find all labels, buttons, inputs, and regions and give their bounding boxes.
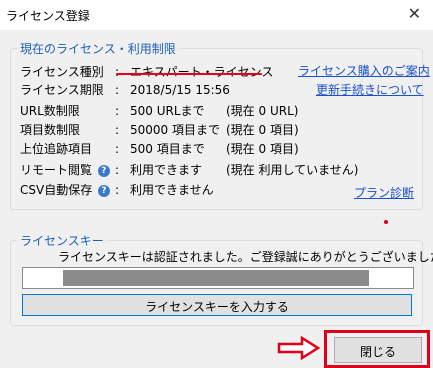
arrow-annotation-icon [277, 336, 321, 360]
item-limit-label: 項目数制限 [20, 123, 81, 137]
url-limit-colon: : [115, 104, 120, 118]
help-icon[interactable]: ? [97, 164, 110, 177]
remote-view-current: (現在 利用していません) [226, 163, 359, 177]
remote-view-label: リモート閲覧 [20, 163, 93, 177]
license-type-label: ライセンス種別 [20, 65, 104, 79]
item-limit-colon: : [115, 123, 120, 137]
remote-view-value: 利用できます [130, 163, 203, 177]
key-status-message: ライセンスキーは認証されました。ご登録誠にありがとうございました。 [58, 250, 433, 264]
url-limit-value: 500 URLまで [130, 104, 205, 118]
license-group-legend: 現在のライセンス・利用制限 [20, 42, 176, 56]
enter-license-key-button[interactable]: ライセンスキーを入力する [22, 294, 412, 316]
csv-autosave-row: CSV自動保存 ? : 利用できません [20, 181, 300, 199]
csv-autosave-label: CSV自動保存 [20, 183, 93, 197]
license-type-value: エキスパート・ライセンス [130, 65, 274, 79]
url-limit-label: URL数制限 [20, 104, 80, 118]
license-type-colon: : [115, 65, 120, 79]
url-limit-current: (現在 0 URL) [226, 104, 299, 118]
license-expiry-colon: : [115, 83, 120, 97]
close-icon[interactable]: ✕ [408, 4, 421, 23]
license-type-row: ライセンス種別 : エキスパート・ライセンス [20, 63, 300, 81]
window-title: ライセンス登録 [6, 9, 90, 23]
plan-diagnosis-link[interactable]: プラン診断 [354, 184, 414, 201]
csv-autosave-colon: : [115, 183, 120, 197]
item-limit-value: 50000 項目まで [130, 123, 220, 137]
help-icon[interactable]: ? [98, 184, 111, 197]
top-tracking-value: 500 項目まで [130, 142, 205, 156]
license-expiry-row: ライセンス期限 : 2018/5/15 15:56 [20, 81, 300, 99]
url-limit-row: URL数制限 : 500 URLまで (現在 0 URL) [20, 102, 340, 120]
csv-autosave-value: 利用できません [130, 183, 214, 197]
license-expiry-value: 2018/5/15 15:56 [130, 83, 230, 97]
top-tracking-current: (現在 0 項目) [226, 142, 299, 156]
top-tracking-row: 上位追跡項目 : 500 項目まで (現在 0 項目) [20, 140, 340, 158]
title-bar: ライセンス登録 ✕ [0, 0, 433, 30]
red-underline-annotation [116, 73, 262, 75]
remote-view-label-wrap: リモート閲覧 ? [20, 161, 110, 179]
license-expiry-label: ライセンス期限 [20, 83, 104, 97]
top-tracking-label: 上位追跡項目 [20, 142, 93, 156]
remote-view-colon: : [115, 163, 120, 177]
remote-view-row: リモート閲覧 ? : 利用できます (現在 利用していません) [20, 161, 400, 179]
license-key-field[interactable] [22, 267, 414, 289]
key-group-legend: ライセンスキー [20, 234, 104, 248]
item-limit-current: (現在 0 項目) [226, 123, 299, 137]
license-purchase-link[interactable]: ライセンス購入のご案内 [298, 62, 430, 79]
item-limit-row: 項目数制限 : 50000 項目まで (現在 0 項目) [20, 121, 340, 139]
masked-license-key [63, 270, 369, 286]
red-dot-annotation [384, 220, 388, 224]
csv-autosave-label-wrap: CSV自動保存 ? [20, 181, 111, 199]
close-button[interactable]: 閉じる [334, 337, 422, 363]
top-tracking-colon: : [115, 142, 120, 156]
renewal-procedure-link[interactable]: 更新手続きについて [316, 81, 424, 98]
